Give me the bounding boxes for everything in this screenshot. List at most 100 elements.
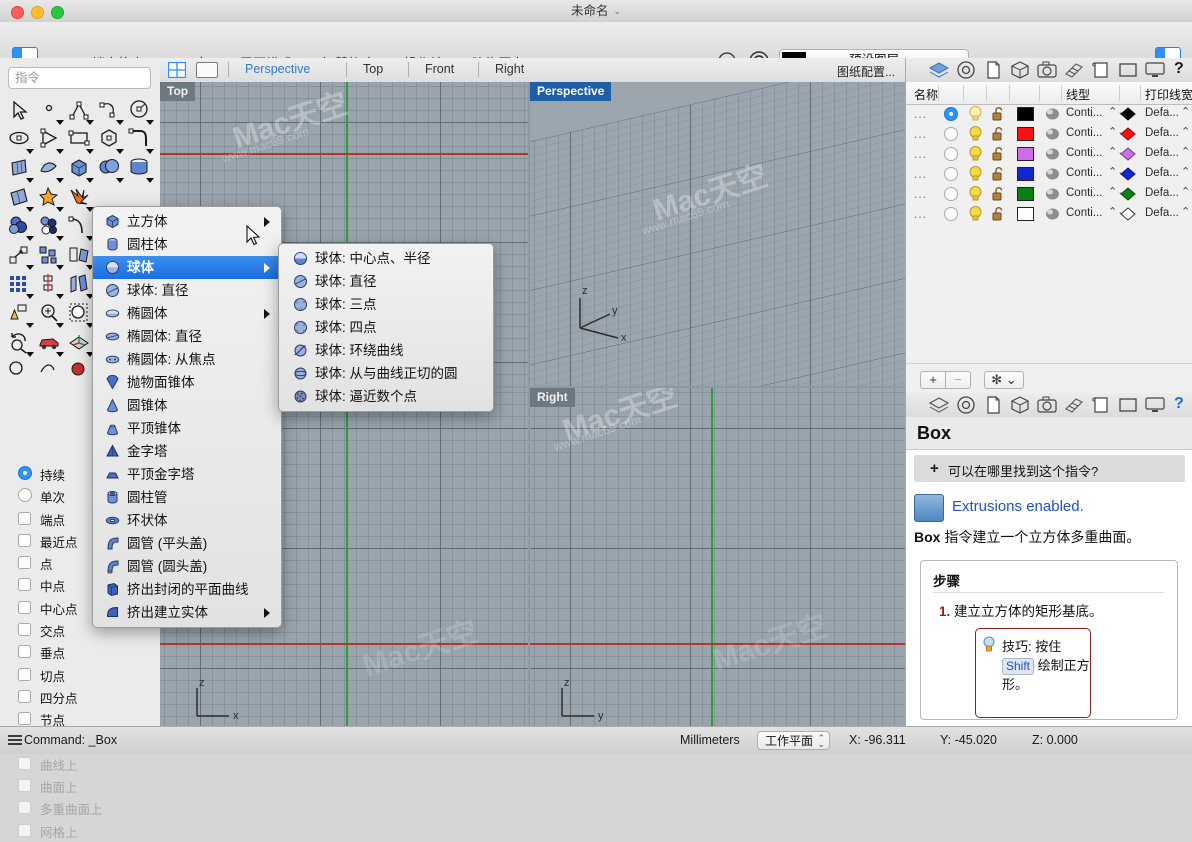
layer-color-swatch[interactable] <box>1017 127 1034 141</box>
material-icon[interactable] <box>1045 167 1060 181</box>
osnap-persistent-radio[interactable] <box>18 466 32 480</box>
print-width-swatch[interactable] <box>1120 127 1136 141</box>
layer-name[interactable]: ... <box>914 207 927 221</box>
chevron-updown-icon[interactable]: ⌃ ⌄ <box>817 734 825 749</box>
layer-printwidth-stepper[interactable]: ⌃⌄ <box>1181 205 1192 218</box>
print-width-swatch[interactable] <box>1120 107 1136 121</box>
object-icon[interactable] <box>1009 61 1031 79</box>
viewport-perspective[interactable]: z y x Mac天空 www.mac69.com Perspective <box>530 82 905 386</box>
unlock-icon[interactable] <box>991 206 1007 222</box>
layers-icon[interactable] <box>928 396 950 414</box>
table-row[interactable]: ... Conti... ⌃⌄ Defa... ⌃⌄ <box>906 204 1192 224</box>
help-icon[interactable]: ? <box>1174 395 1184 413</box>
osnap-end-checkbox[interactable] <box>18 511 31 525</box>
menu-burger-icon[interactable] <box>8 735 22 746</box>
layer-color-swatch[interactable] <box>1017 207 1034 221</box>
viewport-tab-top[interactable]: Top <box>363 62 383 76</box>
osnap-center-checkbox[interactable] <box>18 600 31 614</box>
layer-linetype[interactable]: Conti... <box>1066 207 1102 219</box>
osnap-perp-checkbox[interactable] <box>18 645 31 659</box>
unlock-icon[interactable] <box>991 186 1007 202</box>
cylinder-solid-icon[interactable] <box>126 156 156 183</box>
dimension-icon[interactable] <box>6 359 36 386</box>
lightbulb-icon[interactable] <box>968 146 983 162</box>
menu-item-sphere-diameter[interactable]: 球体: 直径 <box>93 279 281 302</box>
text-tool-icon[interactable] <box>36 359 66 386</box>
material-icon[interactable] <box>1045 127 1060 141</box>
point-icon[interactable] <box>36 98 66 125</box>
osnap-tangent[interactable]: 切点 <box>8 664 153 686</box>
viewport-label-perspective[interactable]: Perspective <box>530 82 612 101</box>
osnap-quad-checkbox[interactable] <box>18 689 31 703</box>
notes-icon[interactable] <box>982 396 1004 414</box>
render-icon[interactable] <box>1063 396 1085 414</box>
object-icon[interactable] <box>1009 396 1031 414</box>
boolean-difference-icon[interactable] <box>36 185 66 212</box>
polygon-icon[interactable] <box>96 127 126 154</box>
layer-linetype[interactable]: Conti... <box>1066 187 1102 199</box>
material-icon[interactable] <box>1045 107 1060 121</box>
layer-printwidth-stepper[interactable]: ⌃⌄ <box>1181 105 1192 118</box>
surface-from-points-icon[interactable] <box>6 156 36 183</box>
layer-name[interactable]: ... <box>914 187 927 201</box>
menu-item-ellipsoid-foci[interactable]: 椭圆体: 从焦点 <box>93 348 281 371</box>
viewport-tab-right[interactable]: Right <box>495 62 524 76</box>
display-icon[interactable] <box>1117 61 1139 79</box>
layer-printwidth[interactable]: Defa... <box>1145 207 1179 219</box>
lightbulb-icon[interactable] <box>968 186 983 202</box>
extrusions-enabled-link[interactable]: Extrusions enabled. <box>952 498 1084 515</box>
properties-icon[interactable] <box>955 61 977 79</box>
submenu-item-sphere-tangent-circle[interactable]: 球体: 从与曲线正切的圆 <box>279 362 493 385</box>
fillet-icon[interactable] <box>126 127 156 154</box>
display-icon[interactable] <box>1117 396 1139 414</box>
solid-context-menu[interactable]: 立方体 圆柱体 球体 球体: 直径 椭圆体 椭圆体: 直径 椭圆体: 从焦点 抛… <box>92 206 282 628</box>
viewport-tab-front[interactable]: Front <box>425 62 454 76</box>
unlock-icon[interactable] <box>991 146 1007 162</box>
layer-name[interactable]: ... <box>914 147 927 161</box>
menu-item-tube[interactable]: 圆柱管 <box>93 486 281 509</box>
arc-icon[interactable] <box>36 127 66 154</box>
osnap-perp[interactable]: 垂点 <box>8 641 153 663</box>
osnap-once-radio[interactable] <box>18 488 32 503</box>
menu-item-pipe-flat-cap[interactable]: 圆管 (平头盖) <box>93 532 281 555</box>
surface-edit-icon[interactable] <box>6 185 36 212</box>
layer-color-swatch[interactable] <box>1017 167 1034 181</box>
layer-current-radio[interactable] <box>944 147 958 161</box>
named-view-icon[interactable] <box>1090 61 1112 79</box>
table-row[interactable]: ... Conti... ⌃⌄ Defa... ⌃⌄ <box>906 104 1192 124</box>
camera-icon[interactable] <box>1036 61 1058 79</box>
menu-item-torus[interactable]: 环状体 <box>93 509 281 532</box>
layer-current-radio[interactable] <box>944 127 958 141</box>
unlock-icon[interactable] <box>991 126 1007 142</box>
monitor-icon[interactable] <box>1144 396 1166 414</box>
align-icon[interactable] <box>36 272 66 299</box>
table-row[interactable]: ... Conti... ⌃⌄ Defa... ⌃⌄ <box>906 144 1192 164</box>
table-row[interactable]: ... Conti... ⌃⌄ Defa... ⌃⌄ <box>906 184 1192 204</box>
move-icon[interactable] <box>6 243 36 270</box>
print-width-swatch[interactable] <box>1120 207 1136 221</box>
command-input[interactable]: 指令 <box>8 67 151 89</box>
named-view-icon[interactable] <box>1090 396 1112 414</box>
layer-linetype[interactable]: Conti... <box>1066 147 1102 159</box>
layer-printwidth[interactable]: Defa... <box>1145 127 1179 139</box>
four-view-layout-icon[interactable] <box>168 62 186 78</box>
render-view-icon[interactable] <box>6 301 36 328</box>
help-icon[interactable]: ? <box>1174 60 1184 78</box>
menu-item-pipe-round-cap[interactable]: 圆管 (圆头盖) <box>93 555 281 578</box>
submenu-item-sphere-3point[interactable]: 球体: 三点 <box>279 293 493 316</box>
lightbulb-icon[interactable] <box>968 126 983 142</box>
box-solid-icon[interactable] <box>66 156 96 183</box>
notes-icon[interactable] <box>982 61 1004 79</box>
cplane-selector[interactable]: 工作平面 ⌃ ⌄ <box>757 731 831 750</box>
sheet-config-button[interactable]: 图纸配置... <box>837 63 895 80</box>
viewport-label-top[interactable]: Top <box>160 82 196 101</box>
menu-item-sphere[interactable]: 球体 <box>93 256 281 279</box>
menu-item-extrude-solid[interactable]: 挤出建立实体 <box>93 601 281 624</box>
rotate-view-icon[interactable] <box>6 330 36 357</box>
split-icon[interactable] <box>36 214 66 241</box>
osnap-tangent-checkbox[interactable] <box>18 667 31 681</box>
print-width-swatch[interactable] <box>1120 187 1136 201</box>
menu-item-truncated-cone[interactable]: 平顶锥体 <box>93 417 281 440</box>
layer-printwidth-stepper[interactable]: ⌃⌄ <box>1181 185 1192 198</box>
layer-linetype[interactable]: Conti... <box>1066 127 1102 139</box>
